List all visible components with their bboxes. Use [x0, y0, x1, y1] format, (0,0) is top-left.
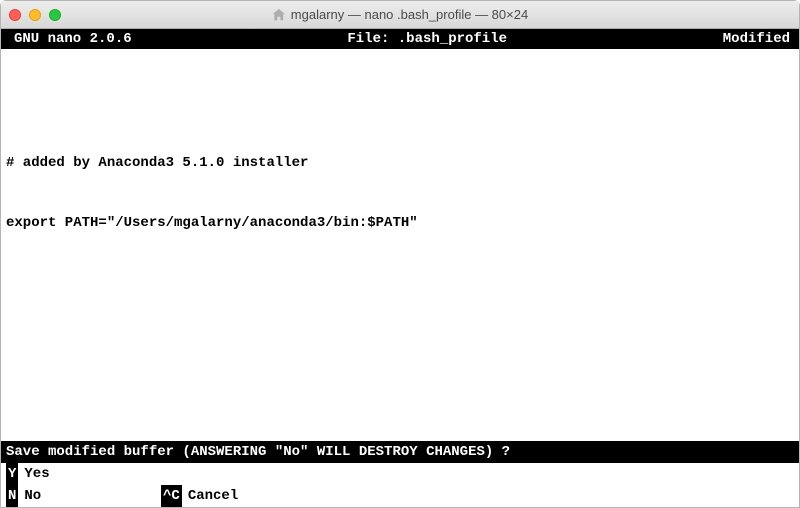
editor-body[interactable]: # added by Anaconda3 5.1.0 installer exp…: [1, 49, 799, 273]
shortcut-yes[interactable]: Y Yes: [6, 463, 161, 485]
editor-line: export PATH="/Users/mgalarny/anaconda3/b…: [6, 213, 794, 233]
nano-status: Modified: [723, 29, 794, 49]
window-titlebar: mgalarny — nano .bash_profile — 80×24: [1, 1, 799, 29]
nano-file-label: File: .bash_profile: [132, 29, 723, 49]
window-title: mgalarny — nano .bash_profile — 80×24: [272, 7, 528, 22]
minimize-button[interactable]: [29, 9, 41, 21]
shortcut-key-no: N: [6, 485, 18, 507]
shortcut-no[interactable]: N No: [6, 485, 161, 507]
maximize-button[interactable]: [49, 9, 61, 21]
blank-line: [6, 93, 794, 113]
traffic-lights: [9, 9, 61, 21]
window-title-text: mgalarny — nano .bash_profile — 80×24: [291, 7, 528, 22]
nano-header: GNU nano 2.0.6 File: .bash_profile Modif…: [1, 29, 799, 49]
shortcut-key-cancel: ^C: [161, 485, 182, 507]
close-button[interactable]: [9, 9, 21, 21]
shortcut-label-no: No: [18, 485, 41, 507]
shortcut-label-yes: Yes: [18, 463, 49, 485]
nano-prompt[interactable]: Save modified buffer (ANSWERING "No" WIL…: [1, 441, 799, 463]
shortcut-key-yes: Y: [6, 463, 18, 485]
home-icon: [272, 8, 286, 22]
editor-line: # added by Anaconda3 5.1.0 installer: [6, 153, 794, 173]
shortcut-cancel[interactable]: ^C Cancel: [161, 485, 316, 507]
shortcut-label-cancel: Cancel: [182, 485, 238, 507]
nano-version: GNU nano 2.0.6: [6, 29, 132, 49]
nano-shortcuts: Y Yes N No ^C Cancel: [1, 463, 799, 507]
terminal-area[interactable]: GNU nano 2.0.6 File: .bash_profile Modif…: [1, 29, 799, 507]
